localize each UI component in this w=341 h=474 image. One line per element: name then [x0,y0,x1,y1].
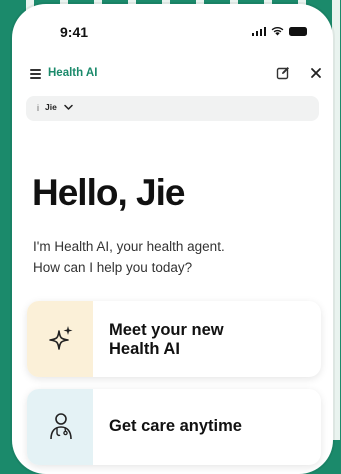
signal-icon [251,26,266,36]
status-time: 9:41 [60,24,89,40]
info-icon: i [37,103,39,113]
profile-selector[interactable]: i Jie [26,96,319,121]
sparkle-icon [49,326,73,350]
get-care-card[interactable]: Get care anytime [27,389,321,465]
intro-text: I'm Health AI, your health agent. How ca… [33,236,313,278]
app-bar: Health AI [12,60,333,90]
card-icon-box [27,301,93,377]
card-title-line: Meet your new [109,321,224,339]
card-icon-box [27,389,93,465]
wifi-icon [271,26,284,36]
card-title-line: Health AI [109,340,180,358]
phone-screen: 9:41 Health AI i Jie Hello, Jie I'm Heal… [12,4,333,474]
meet-health-ai-card[interactable]: Meet your new Health AI [27,301,321,377]
close-icon[interactable] [309,66,323,80]
doctor-icon [50,413,72,440]
app-title: Health AI [48,67,98,79]
battery-icon [289,27,307,36]
profile-name: Jie [45,102,57,112]
edit-icon[interactable] [276,66,290,80]
intro-line: How can I help you today? [33,260,193,275]
card-title: Get care anytime [109,417,242,436]
greeting-heading: Hello, Jie [32,172,185,213]
card-title-line: Get care anytime [109,417,242,435]
chevron-down-icon [64,104,73,110]
menu-icon[interactable] [30,69,41,79]
intro-line: I'm Health AI, your health agent. [33,239,225,254]
status-bar: 9:41 [12,4,333,56]
status-icons [251,26,307,36]
card-title: Meet your new Health AI [109,321,224,359]
